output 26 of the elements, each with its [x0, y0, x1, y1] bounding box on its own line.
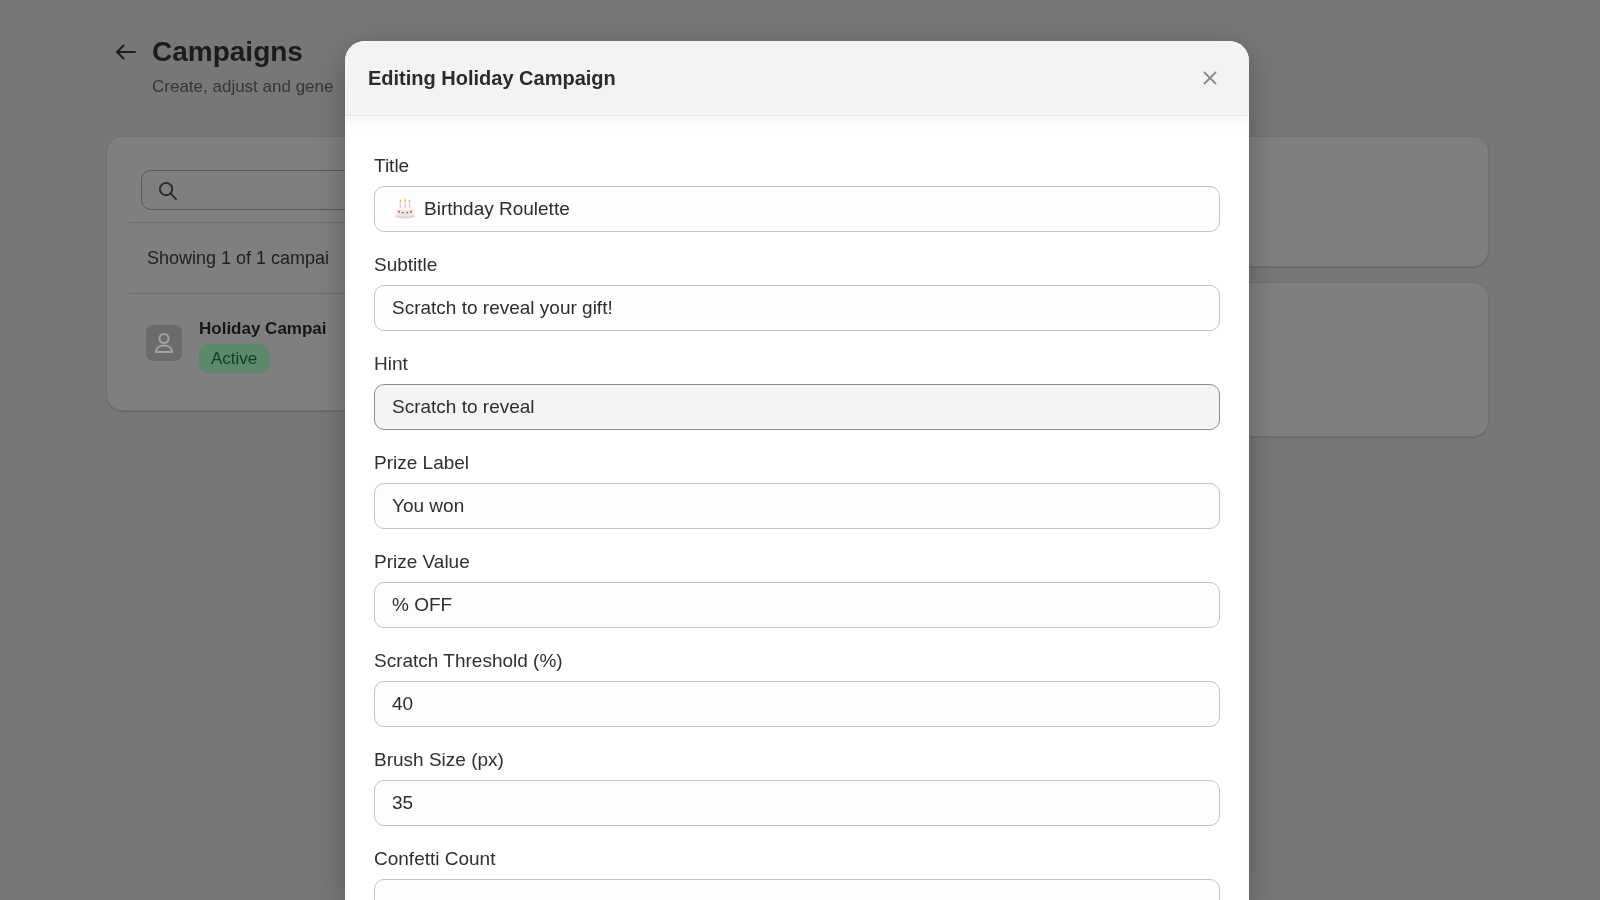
page-title: Campaigns — [152, 35, 304, 69]
text-field[interactable]: You won — [374, 483, 1220, 529]
field-label: Prize Value — [374, 551, 470, 573]
field-label: Hint — [374, 353, 408, 375]
search-icon — [158, 181, 177, 200]
field-label: Scratch Threshold (%) — [374, 650, 563, 672]
results-count: Showing 1 of 1 campai — [147, 247, 330, 269]
close-icon — [1203, 71, 1217, 85]
field-label: Confetti Count — [374, 848, 496, 870]
field-label: Subtitle — [374, 254, 438, 276]
text-field[interactable]: Birthday Roulette — [374, 186, 1220, 232]
back-arrow-icon[interactable] — [115, 44, 136, 60]
status-badge: Active — [199, 344, 270, 373]
campaign-name: Holiday Campai — [199, 319, 327, 339]
text-field[interactable]: % OFF — [374, 582, 1220, 628]
field-label: Brush Size (px) — [374, 749, 504, 771]
dialog-title: Editing Holiday Campaign — [368, 66, 616, 90]
text-field[interactable]: 35 — [374, 780, 1220, 826]
page-subtitle: Create, adjust and gene — [152, 77, 334, 97]
cake-icon — [394, 197, 416, 219]
field-label: Prize Label — [374, 452, 470, 474]
avatar-icon — [146, 325, 182, 361]
text-field[interactable]: Scratch to reveal — [374, 384, 1220, 430]
text-field[interactable]: Scratch to reveal your gift! — [374, 285, 1220, 331]
field-label: Title — [374, 155, 410, 177]
text-field[interactable]: 40 — [374, 681, 1220, 727]
